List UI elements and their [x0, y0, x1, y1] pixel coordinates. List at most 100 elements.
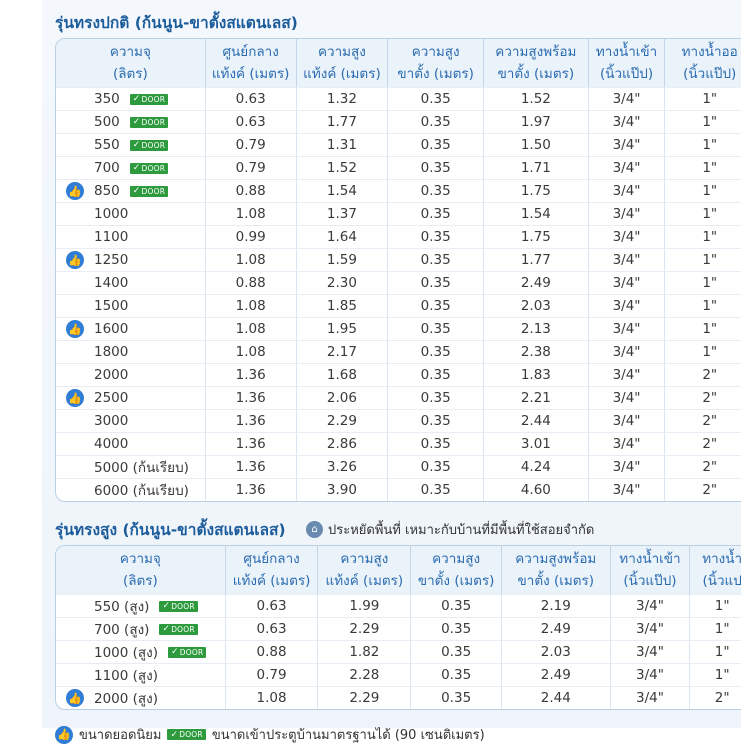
spec-cell: 0.88	[205, 271, 297, 294]
spec-cell: 1.37	[296, 202, 389, 225]
spec-cell: 1.36	[205, 455, 297, 478]
spec-cell: 1"	[665, 294, 741, 317]
popular-slot: 👍	[56, 251, 94, 269]
table-row: 👍 1600 1.08 1.95 0.35 2.13 3/4" 1"	[56, 317, 741, 340]
spec-cell: 2.49	[502, 617, 611, 640]
door-badge: ✓ DOOR	[129, 93, 169, 105]
tall-section-title: รุ่นทรงสูง (ก้นนูน-ขาตั้งสแตนเลส)	[55, 521, 286, 539]
spec-cell: 2.28	[318, 663, 412, 686]
spec-cell: 0.88	[225, 640, 319, 663]
capacity-cell: 1100	[56, 225, 206, 248]
capacity-cell: 5000 (ก้นเรียบ)	[56, 455, 206, 478]
spec-cell: 1.08	[205, 340, 297, 363]
spec-cell: 2"	[665, 478, 741, 501]
capacity-value: 500	[94, 114, 120, 130]
spec-cell: 0.35	[388, 110, 485, 133]
spec-cell: 1"	[665, 317, 741, 340]
spec-cell: 3/4"	[588, 133, 666, 156]
spec-cell: 1"	[690, 640, 741, 663]
spec-cell: 4.60	[484, 478, 589, 501]
capacity-value: 1250	[94, 252, 129, 268]
spec-cell: 0.35	[388, 363, 485, 386]
thumbs-up-icon: 👍	[66, 320, 84, 338]
spec-cell: 1"	[665, 156, 741, 179]
capacity-wrap: 3000	[56, 410, 205, 432]
spec-cell: 3/4"	[588, 317, 666, 340]
spec-cell: 0.35	[411, 663, 503, 686]
spec-cell: 1.83	[484, 363, 589, 386]
spec-cell: 2"	[665, 432, 741, 455]
door-badge: ✓ DOOR	[159, 600, 198, 612]
spec-cell: 0.35	[411, 617, 503, 640]
spec-cell: 3/4"	[588, 432, 666, 455]
spec-cell: 3/4"	[610, 686, 691, 709]
column-header-line1: ความสูงพร้อม	[515, 551, 597, 567]
tall-note-text: ประหยัดพื้นที่ เหมาะกับบ้านที่มีพื้นที่ใ…	[328, 523, 595, 538]
header-row: ความจุ (ลิตร) ศูนย์กลาง แท้งค์ (เมตร) ความสู…	[56, 39, 741, 87]
spec-cell: 0.35	[388, 432, 485, 455]
column-header-line1: ความสูง	[411, 44, 460, 60]
door-badge-label: DOOR	[179, 647, 204, 657]
table-row: 550 ✓ DOOR 0.79 1.31 0.35 1.50 3/4" 1"	[56, 133, 741, 156]
spec-cell: 2"	[665, 409, 741, 432]
spec-cell: 2.49	[484, 271, 589, 294]
spec-cell: 1"	[665, 133, 741, 156]
table-row: 6000 (ก้นเรียบ) 1.36 3.90 0.35 4.60 3/4" 2"	[56, 478, 741, 501]
capacity-cell: 550 ✓ DOOR	[56, 133, 206, 156]
table-row: 👍 1250 1.08 1.59 0.35 1.77 3/4" 1"	[56, 248, 741, 271]
spec-cell: 1.85	[296, 294, 389, 317]
spec-cell: 1.08	[205, 317, 297, 340]
table-row: 👍 2500 1.36 2.06 0.35 2.21 3/4" 2"	[56, 386, 741, 409]
door-badge-label: DOOR	[141, 186, 166, 196]
column-header-line2: ขาตั้ง (เมตร)	[417, 573, 495, 589]
capacity-wrap: 👍 2500	[56, 387, 205, 409]
spec-cell: 1.52	[296, 156, 389, 179]
spec-cell: 2.17	[296, 340, 389, 363]
column-header: ทางน้ำออ (นิ้วแป๊ป)	[665, 39, 741, 87]
capacity-cell: 1000 (สูง) ✓ DOOR	[56, 640, 226, 663]
capacity-cell: 1100 (สูง)	[56, 663, 226, 686]
spec-cell: 1.59	[296, 248, 389, 271]
spec-cell: 3.26	[296, 455, 389, 478]
spec-cell: 2.44	[484, 409, 589, 432]
spec-cell: 3/4"	[588, 156, 666, 179]
spec-cell: 2.13	[484, 317, 589, 340]
spec-cell: 1.31	[296, 133, 389, 156]
capacity-value: 550	[94, 137, 120, 153]
table-row: 1000 1.08 1.37 0.35 1.54 3/4" 1"	[56, 202, 741, 225]
spec-cell: 1.54	[484, 202, 589, 225]
spec-cell: 1.71	[484, 156, 589, 179]
spec-cell: 3/4"	[588, 271, 666, 294]
spec-cell: 0.35	[388, 271, 485, 294]
column-header-line1: ทางน้ำเข้า	[595, 44, 658, 60]
thumbs-up-icon: 👍	[66, 182, 84, 200]
capacity-cell: 👍 2500	[56, 386, 206, 409]
spec-cell: 2"	[665, 455, 741, 478]
spec-cell: 1"	[690, 663, 741, 686]
spec-cell: 1"	[690, 594, 741, 617]
spec-cell: 0.35	[388, 156, 485, 179]
column-header-line1: ความจุ	[109, 44, 151, 60]
spec-cell: 3/4"	[588, 87, 666, 110]
check-icon: ✓	[132, 163, 141, 173]
standard-section-title: รุ่นทรงปกติ (ก้นนูน-ขาตั้งสแตนเลส)	[55, 14, 298, 32]
spec-cell: 0.35	[388, 317, 485, 340]
check-icon: ✓	[162, 624, 171, 634]
spec-cell: 0.35	[388, 409, 485, 432]
column-header: ทางน้ำเข้า (นิ้วแป๊ป)	[610, 546, 691, 594]
capacity-cell: 👍 850 ✓ DOOR	[56, 179, 206, 202]
column-header-line1: ทางน้ำ	[702, 551, 741, 567]
spec-cell: 3/4"	[610, 617, 691, 640]
capacity-value: 6000 (ก้นเรียบ)	[94, 483, 189, 499]
capacity-value: 2500	[94, 390, 129, 406]
column-header-line2: (นิ้วแป	[702, 573, 741, 589]
spec-cell: 0.63	[225, 617, 319, 640]
spec-cell: 3/4"	[588, 340, 666, 363]
tall-spec-table: ความจุ (ลิตร) ศูนย์กลาง แท้งค์ (เมตร) ความสู…	[55, 545, 741, 710]
spec-cell: 3/4"	[588, 386, 666, 409]
door-badge-label: DOOR	[141, 117, 166, 127]
spec-cell: 1"	[665, 202, 741, 225]
spec-cell: 1.77	[296, 110, 389, 133]
column-header-line2: (นิ้วแป๊ป)	[683, 66, 737, 82]
column-header-line1: ความสูง	[317, 44, 366, 60]
